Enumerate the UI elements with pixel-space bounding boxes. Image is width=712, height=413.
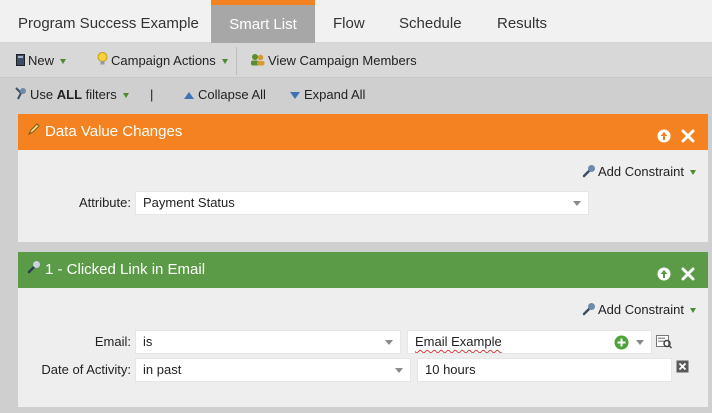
filter-header[interactable]: 1 - Clicked Link in Email [18,252,708,288]
remove-constraint-icon[interactable] [676,360,689,376]
attribute-value: Payment Status [143,195,235,210]
new-button[interactable]: New [16,43,67,79]
campaign-actions-label: Campaign Actions [111,53,216,68]
tab-results[interactable]: Results [497,0,547,43]
new-label: New [28,53,55,68]
move-up-icon[interactable] [656,123,672,143]
filter-separator: | [150,87,154,102]
lookup-icon[interactable] [656,335,673,352]
close-icon[interactable] [680,261,696,281]
add-circle-icon[interactable] [614,335,629,353]
collapse-all-button[interactable]: Collapse All [184,78,266,112]
add-constraint-button[interactable]: Add Constraint [582,164,696,181]
tab-bar: Program Success Example Smart List Flow … [0,0,712,43]
new-icon [16,44,25,79]
chevron-down-icon [385,340,393,345]
chevron-down-icon [60,59,67,65]
date-operator-select[interactable]: in past [135,358,411,382]
add-constraint-label: Add Constraint [598,302,684,317]
filter-icon [15,79,27,113]
filter-title: 1 - Clicked Link in Email [45,261,206,278]
people-icon [250,44,265,79]
filter-options-bar: Use ALL filters | Collapse All Expand Al… [0,78,712,112]
date-of-activity-label: Date of Activity: [41,362,131,377]
view-campaign-members-button[interactable]: View Campaign Members [250,43,417,78]
campaign-actions-button[interactable]: Campaign Actions [97,43,228,78]
filter-header[interactable]: Data Value Changes [18,114,708,150]
email-label: Email: [94,334,131,349]
add-constraint-button[interactable]: Add Constraint [582,302,696,319]
date-value: 10 hours [425,362,476,377]
lightbulb-icon [97,44,108,79]
collapse-icon [184,92,194,100]
wrench-icon [582,302,596,319]
expand-all-button[interactable]: Expand All [290,78,365,112]
chevron-down-icon [690,170,696,176]
use-filters-dropdown[interactable]: Use ALL filters [15,78,129,112]
attribute-label: Attribute: [78,195,131,210]
use-all-label: ALL [56,87,83,102]
tab-smart-list[interactable]: Smart List [211,0,315,43]
view-campaign-members-label: View Campaign Members [268,53,417,68]
use-label: Use [30,87,54,102]
chevron-down-icon [122,93,129,99]
toolbar-divider [236,47,237,75]
expand-all-label: Expand All [304,87,366,102]
close-icon[interactable] [680,123,696,143]
add-constraint-label: Add Constraint [598,164,684,179]
move-up-icon[interactable] [656,261,672,281]
tab-flow[interactable]: Flow [333,0,365,43]
email-operator-select[interactable]: is [135,330,401,354]
email-value-select[interactable]: Email Example [407,330,652,354]
chevron-down-icon [395,368,403,373]
chevron-down-icon [636,340,644,345]
date-operator-value: in past [143,362,182,377]
wrench-icon [582,164,596,181]
email-operator-value: is [143,334,153,349]
filter-title: Data Value Changes [45,123,183,140]
email-value: Email Example [415,334,502,349]
tab-schedule[interactable]: Schedule [399,0,462,43]
filter-data-value-changes: Data Value Changes Add Constraint Attrib… [18,114,708,242]
filter-pencil-icon [27,114,41,150]
filter-clicked-link-in-email: 1 - Clicked Link in Email Add Constraint… [18,252,708,407]
collapse-all-label: Collapse All [198,87,266,102]
attribute-select[interactable]: Payment Status [135,191,589,215]
chevron-down-icon [573,201,581,206]
expand-icon [290,92,300,100]
chevron-down-icon [221,59,228,65]
filters-label: filters [85,87,117,102]
chevron-down-icon [690,308,696,314]
toolbar: New Campaign Actions View Campaign Membe… [0,43,712,78]
tab-program[interactable]: Program Success Example [18,0,199,43]
filter-wrench-icon [27,252,41,288]
date-value-input[interactable]: 10 hours [417,358,672,382]
